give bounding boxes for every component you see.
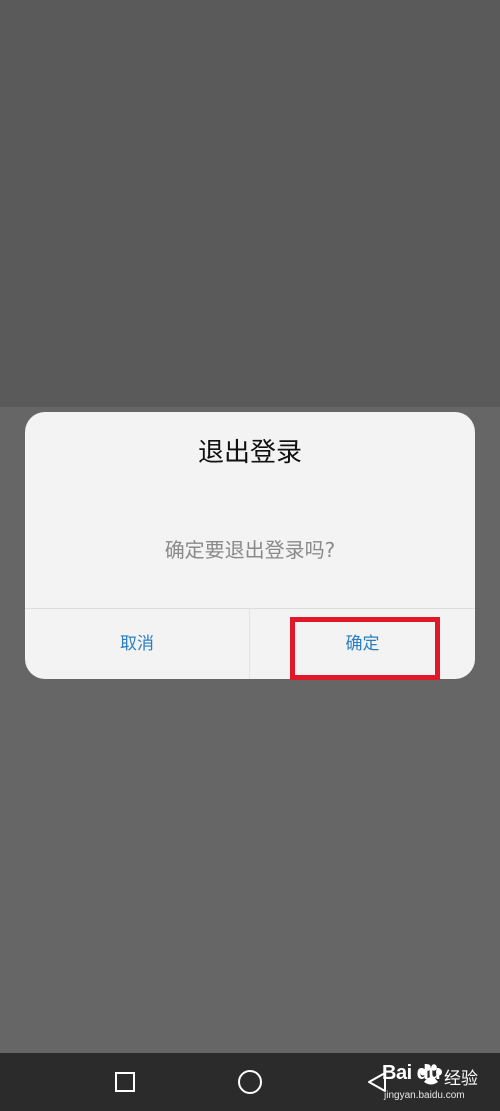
dialog-title: 退出登录 xyxy=(197,438,302,468)
screen: 退出登录 确定要退出登录吗? 取消 确定 Bai du 经验 jingyan.b… xyxy=(0,0,500,1111)
triangle-back-icon xyxy=(368,1072,386,1092)
back-button[interactable] xyxy=(342,1053,412,1111)
square-recent-apps-icon xyxy=(115,1072,135,1092)
dialog-message: 确定要退出登录吗? xyxy=(164,538,336,562)
circle-home-icon xyxy=(238,1070,262,1094)
home-button[interactable] xyxy=(215,1053,285,1111)
cancel-button[interactable]: 取消 xyxy=(25,609,249,679)
confirm-button[interactable]: 确定 xyxy=(250,609,475,679)
recent-apps-button[interactable] xyxy=(90,1053,160,1111)
